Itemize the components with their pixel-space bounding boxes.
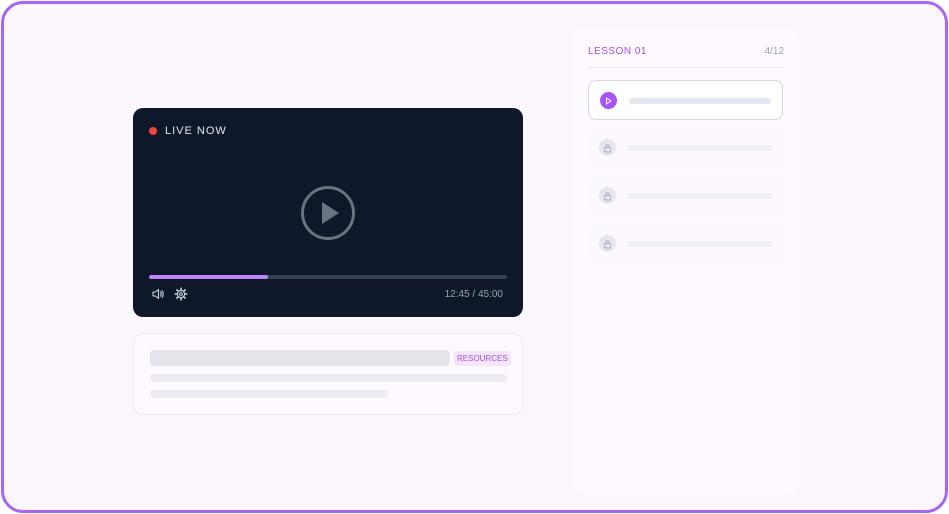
lesson-item-locked[interactable]	[588, 128, 783, 168]
settings-icon[interactable]	[174, 287, 188, 301]
divider	[588, 67, 784, 68]
live-dot-icon	[149, 127, 157, 135]
lesson-title-placeholder	[628, 145, 772, 151]
play-button[interactable]	[301, 186, 355, 240]
title-placeholder	[150, 350, 450, 366]
lock-icon	[599, 139, 616, 156]
live-indicator: LIVE NOW	[149, 125, 227, 137]
description-placeholder	[150, 374, 507, 382]
lesson-title-placeholder	[629, 98, 771, 104]
video-player[interactable]: LIVE NOW 12:45 / 45:00	[133, 108, 523, 317]
lesson-item-locked[interactable]	[588, 176, 783, 216]
live-label: LIVE NOW	[165, 125, 227, 137]
play-icon	[600, 92, 617, 109]
lesson-count: 4/12	[764, 46, 784, 57]
lesson-item-locked[interactable]	[588, 224, 783, 264]
time-display: 12:45 / 45:00	[444, 289, 503, 300]
progress-bar[interactable]	[149, 275, 507, 279]
lock-icon	[599, 187, 616, 204]
lesson-title-placeholder	[628, 193, 772, 199]
resources-badge[interactable]: RESOURCES	[454, 351, 511, 366]
lesson-title: LESSON 01	[588, 46, 647, 57]
volume-icon[interactable]	[151, 287, 165, 301]
progress-fill	[149, 275, 269, 279]
app-frame: LIVE NOW 12:45 / 45:00 RESOURCES LESSON …	[1, 1, 948, 513]
video-info-card: RESOURCES	[133, 333, 523, 415]
play-icon	[322, 202, 339, 224]
lock-icon	[599, 235, 616, 252]
description-placeholder	[150, 390, 388, 398]
lesson-panel: LESSON 01 4/12	[572, 28, 800, 495]
lesson-title-placeholder	[628, 241, 772, 247]
lesson-item-active[interactable]	[588, 80, 783, 120]
